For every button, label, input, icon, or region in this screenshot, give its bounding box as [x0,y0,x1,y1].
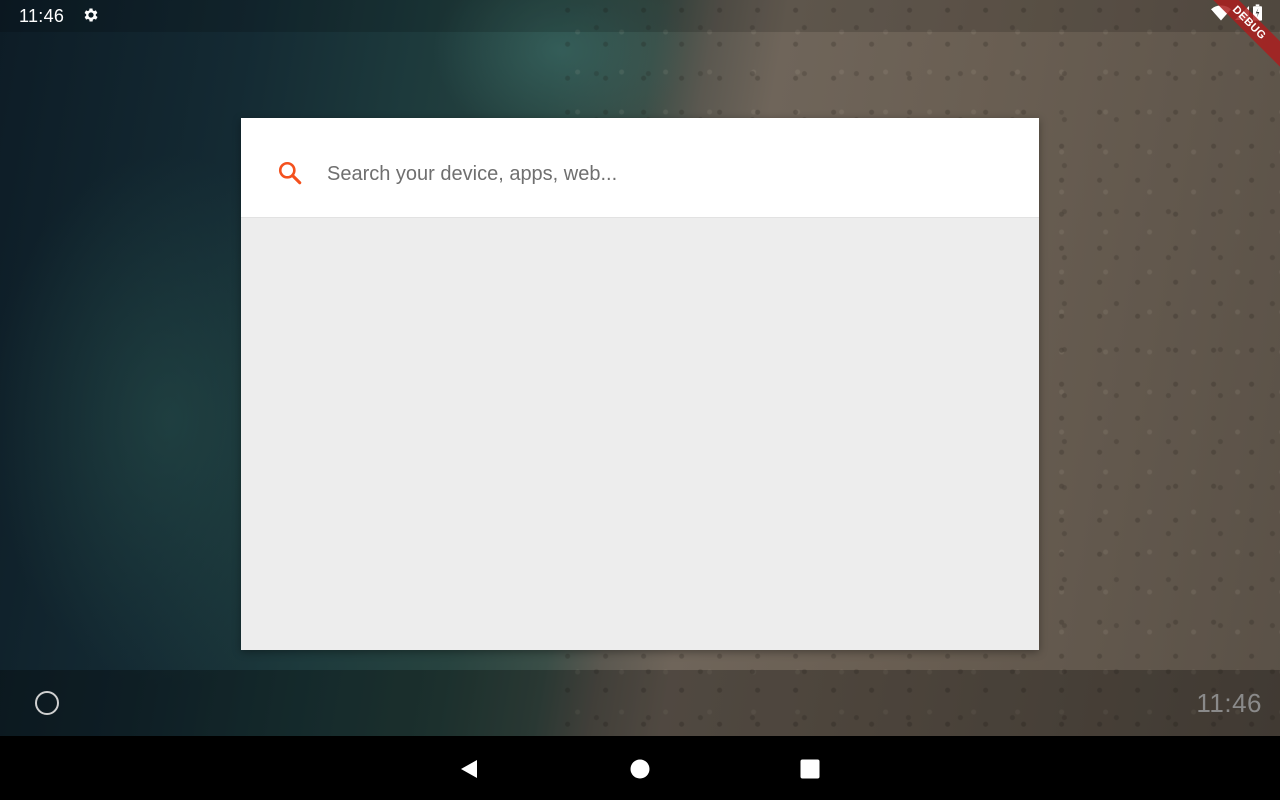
navigation-bar [0,736,1280,800]
gear-icon [82,6,100,24]
search-header [241,118,1039,218]
status-bar: 11:46 [0,0,1280,32]
dock-time: 11:46 [1196,688,1262,718]
recents-icon[interactable] [799,758,821,780]
status-time: 11:46 [19,6,65,26]
search-results-area [241,218,1039,650]
search-icon[interactable] [277,160,303,186]
screen: 11:46 DEBUG Search your device, apps, we… [0,0,1280,800]
search-input[interactable] [327,154,1007,194]
dock: 11:46 [0,670,1280,736]
app-drawer-circle-icon[interactable] [35,691,59,715]
back-icon[interactable] [458,758,480,780]
search-card [241,118,1039,650]
home-icon[interactable] [629,758,651,780]
